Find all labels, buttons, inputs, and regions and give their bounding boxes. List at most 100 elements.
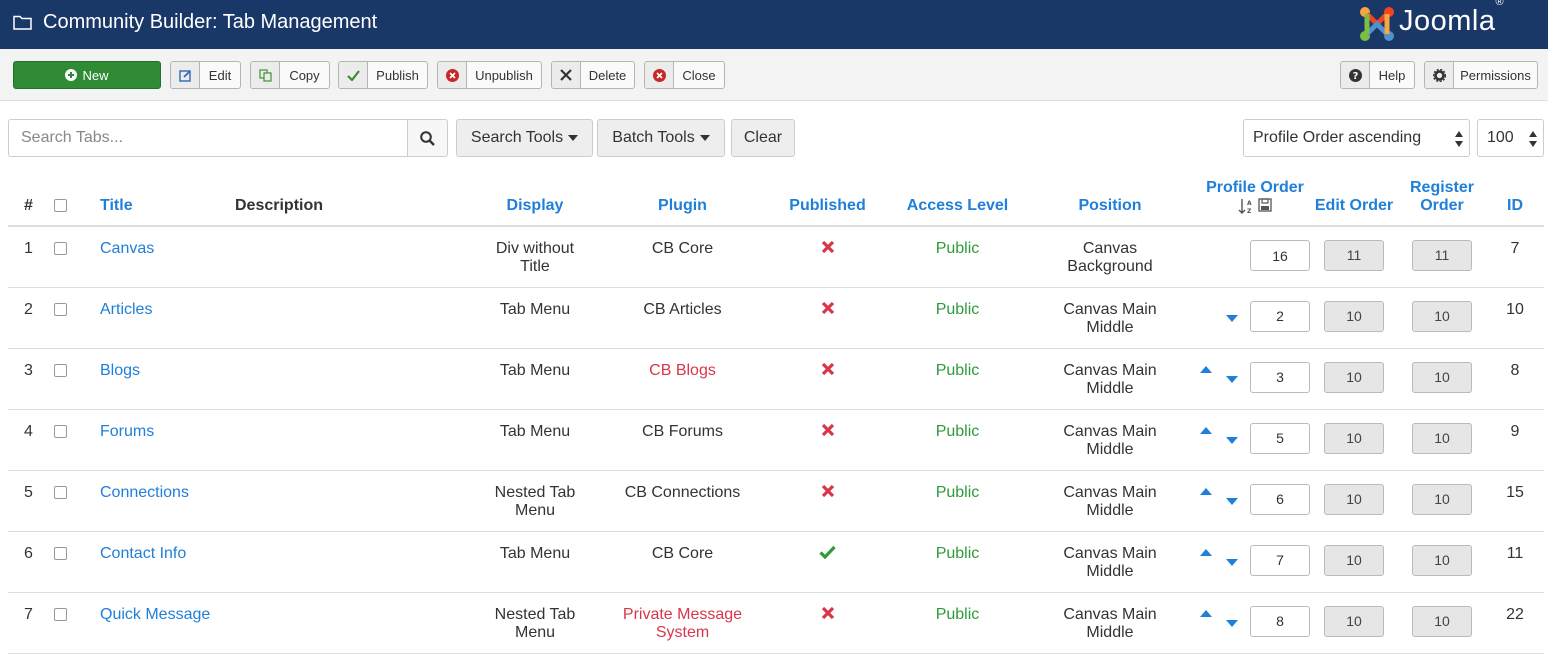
profile-order-input[interactable]: 8 [1250,605,1310,637]
svg-text:A: A [1247,200,1252,207]
row-checkbox[interactable] [54,242,67,256]
row-access-level: Public [895,531,1020,593]
col-published[interactable]: Published [760,170,895,227]
row-display: Tab Menu [465,348,605,410]
batch-tools-button[interactable]: Batch Tools [597,119,725,157]
col-access-level[interactable]: Access Level [895,170,1020,227]
col-title[interactable]: Title [100,170,235,227]
row-published [760,592,895,654]
row-number: 6 [8,531,50,593]
move-down-icon[interactable] [1226,375,1238,383]
row-plugin-text[interactable]: Private Message System [618,606,748,642]
move-up-icon[interactable] [1200,487,1212,495]
new-button[interactable]: New [13,61,161,89]
limit-select[interactable]: 100 [1477,119,1544,157]
unpublished-x-icon[interactable] [821,423,835,437]
close-button-label: Close [682,67,716,83]
col-plugin[interactable]: Plugin [605,170,760,227]
col-edit-order[interactable]: Edit Order [1310,170,1398,227]
move-up-icon[interactable] [1200,365,1212,373]
move-down-icon[interactable] [1226,619,1238,627]
filter-bar: Search Tools Batch Tools Clear Profile O… [0,119,1548,157]
tabs-table: # Title Description Display Plugin Publi… [8,170,1544,654]
row-position-text: Canvas Main Middle [1063,422,1157,458]
move-down-icon[interactable] [1226,314,1238,322]
row-plugin-text[interactable]: CB Blogs [618,362,748,380]
move-down-icon[interactable] [1226,558,1238,566]
unpublished-x-icon[interactable] [821,240,835,254]
row-title-link[interactable]: Forums [100,423,154,440]
close-button[interactable]: Close [644,61,725,89]
row-title-link[interactable]: Canvas [100,240,154,257]
col-register-order[interactable]: Register Order [1398,170,1486,227]
row-title-link[interactable]: Quick Message [100,606,210,623]
search-input[interactable] [8,119,408,157]
clear-button[interactable]: Clear [731,119,795,157]
profile-order-input[interactable]: 2 [1250,300,1310,332]
publish-button[interactable]: Publish [338,61,428,89]
row-published [760,531,895,593]
search-button[interactable] [407,119,448,157]
row-edit-order: 10 [1310,470,1398,532]
delete-button-label: Delete [588,67,627,83]
unpublished-x-icon[interactable] [821,606,835,620]
row-checkbox[interactable] [54,607,67,621]
row-number: 2 [8,287,50,349]
row-title-link[interactable]: Blogs [100,362,140,379]
edit-button[interactable]: Edit [170,61,241,89]
col-id[interactable]: ID [1486,170,1544,227]
row-checkbox[interactable] [54,302,67,316]
row-plugin-text: CB Core [651,544,714,562]
register-order-input: 10 [1412,361,1472,393]
move-up-icon[interactable] [1200,426,1212,434]
permissions-button[interactable]: Permissions [1424,61,1538,89]
row-description [235,287,465,349]
row-edit-order: 11 [1310,226,1398,288]
app-header: Community Builder: Tab Management Joomla… [0,0,1548,49]
row-id: 10 [1486,287,1544,349]
row-checkbox[interactable] [54,363,67,377]
profile-order-input[interactable]: 3 [1250,361,1310,393]
row-title-link[interactable]: Contact Info [100,545,186,562]
row-title-link[interactable]: Connections [100,484,189,501]
move-down-icon[interactable] [1226,497,1238,505]
sort-az-icon[interactable]: AZ [1238,198,1254,214]
row-checkbox[interactable] [54,424,67,438]
row-number: 1 [8,226,50,288]
row-plugin: Private Message System [605,592,760,654]
save-order-icon[interactable] [1258,198,1272,212]
move-down-icon[interactable] [1226,436,1238,444]
profile-order-input[interactable]: 7 [1250,544,1310,576]
row-plugin: CB Connections [605,470,760,532]
profile-order-input[interactable]: 6 [1250,483,1310,515]
folder-icon [13,15,32,30]
unpublished-x-icon[interactable] [821,362,835,376]
col-profile-order[interactable]: Profile Order AZ [1200,170,1310,227]
help-button[interactable]: ? Help [1340,61,1415,89]
profile-order-input[interactable]: 5 [1250,422,1310,454]
register-order-input: 10 [1412,300,1472,332]
row-checkbox[interactable] [54,485,67,499]
row-plugin: CB Forums [605,409,760,471]
copy-icon [258,68,272,82]
move-up-icon[interactable] [1200,609,1212,617]
profile-order-input[interactable]: 16 [1250,240,1310,271]
search-tools-button[interactable]: Search Tools [456,119,593,157]
ordering-select[interactable]: Profile Order ascending [1243,119,1470,157]
row-title-cell: Quick Message [100,592,235,654]
move-up-icon[interactable] [1200,548,1212,556]
select-all-checkbox[interactable] [54,199,67,213]
row-display-text: Div without Title [495,240,575,275]
row-checkbox[interactable] [54,546,67,560]
unpublished-x-icon[interactable] [821,484,835,498]
published-check-icon[interactable] [819,545,836,559]
copy-button[interactable]: Copy [250,61,330,89]
col-display[interactable]: Display [465,170,605,227]
row-profile-order: 5 [1200,409,1310,471]
delete-button[interactable]: Delete [551,61,635,89]
col-position[interactable]: Position [1020,170,1200,227]
row-title-link[interactable]: Articles [100,301,152,318]
unpublish-button[interactable]: Unpublish [437,61,542,89]
unpublished-x-icon[interactable] [821,301,835,315]
caret-down-icon [699,135,710,141]
